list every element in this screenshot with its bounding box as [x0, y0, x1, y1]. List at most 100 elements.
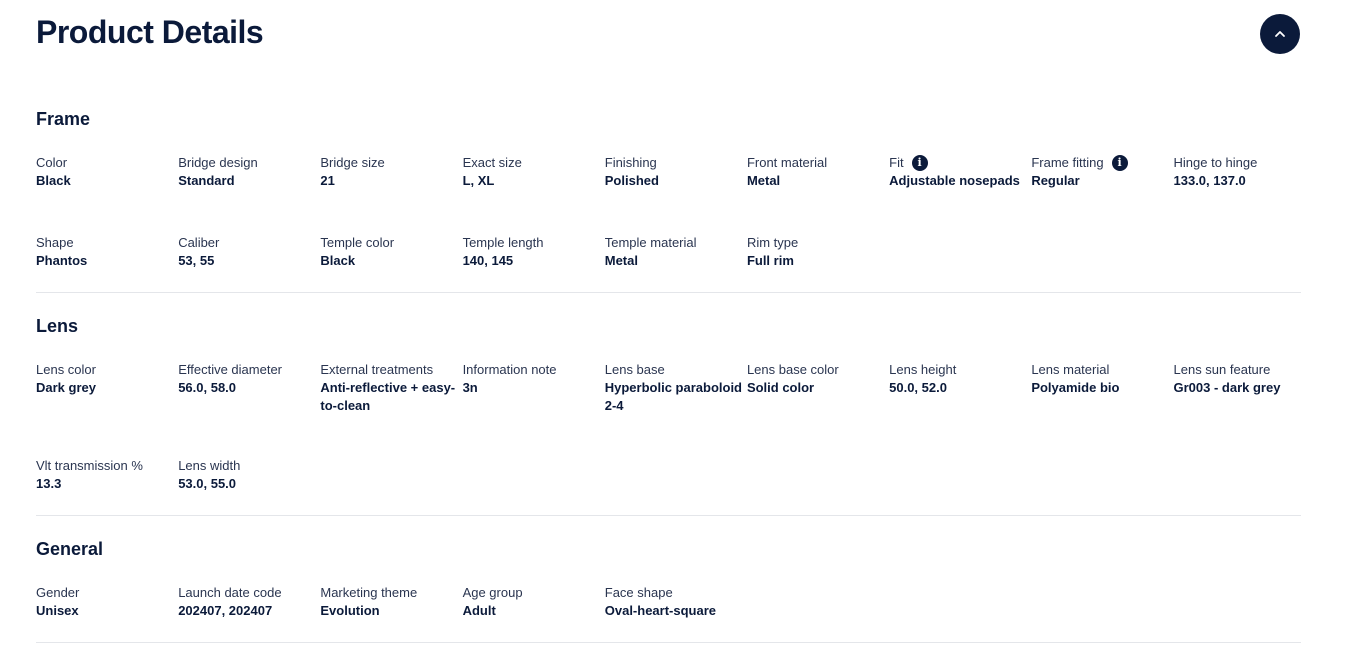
spec-label: Marketing theme: [320, 585, 418, 600]
spec-item: Lens material Polyamide bio: [1031, 361, 1173, 457]
page-title: Product Details: [36, 14, 264, 50]
spec-value: Black: [36, 173, 71, 188]
spec-item: Exact size L, XL: [463, 154, 605, 234]
spec-item: Bridge design Standard: [178, 154, 320, 234]
spec-item: Temple length 140, 145: [463, 234, 605, 314]
spec-item: Information note 3n: [463, 361, 605, 457]
spec-label: Rim type: [746, 235, 799, 250]
spec-label: Information note: [462, 362, 557, 377]
spec-item: Gender Unisex: [36, 584, 178, 620]
spec-label: Frame fitting: [1031, 155, 1104, 170]
spec-value: 53.0, 55.0: [178, 476, 237, 491]
spec-value: 133.0, 137.0: [1173, 173, 1246, 188]
spec-value: Metal: [746, 173, 781, 188]
spec-item: Lens sun feature Gr003 - dark grey: [1174, 361, 1316, 457]
spec-value: Adjustable nosepads: [889, 173, 1020, 188]
section-title-frame: Frame: [36, 109, 91, 129]
spec-label: Temple material: [604, 235, 697, 250]
info-icon[interactable]: i: [1111, 155, 1128, 171]
spec-item: Lens base Hyperbolic paraboloid 2-4: [605, 361, 747, 457]
spec-item: Front material Metal: [747, 154, 889, 234]
chevron-up-icon: [1275, 31, 1285, 37]
spec-item: Finishing Polished: [605, 154, 747, 234]
section-divider: [36, 642, 1301, 643]
spec-label: Temple length: [462, 235, 544, 250]
spec-label: Exact size: [462, 155, 522, 170]
product-details-panel: Product Details Frame Color Black Bridge …: [0, 0, 1345, 670]
spec-label: Effective diameter: [178, 362, 282, 377]
spec-value: 3n: [462, 380, 478, 395]
spec-label: Gender: [36, 585, 80, 600]
spec-item: Marketing theme Evolution: [320, 584, 462, 620]
spec-value: 13.3: [36, 476, 62, 491]
spec-label: Lens height: [889, 362, 957, 377]
spec-label: Age group: [462, 585, 523, 600]
section-title-lens: Lens: [36, 316, 79, 336]
spec-value: Evolution: [320, 603, 380, 618]
spec-value: Dark grey: [36, 380, 96, 395]
spec-label: Face shape: [604, 585, 673, 600]
spec-item: Temple color Black: [320, 234, 462, 314]
spec-value: Anti-reflective + easy-to-clean: [320, 380, 456, 413]
spec-item: Fit i Adjustable nosepads: [889, 154, 1031, 234]
spec-label: Bridge size: [320, 155, 385, 170]
lens-section: Lens Lens color Dark grey Effective diame…: [36, 316, 1301, 493]
spec-value: Solid color: [746, 380, 815, 395]
spec-item: Hinge to hinge 133.0, 137.0: [1174, 154, 1316, 234]
spec-item: Launch date code 202407, 202407: [178, 584, 320, 620]
spec-value: Phantos: [36, 253, 88, 268]
spec-item: Lens height 50.0, 52.0: [889, 361, 1031, 457]
spec-item: Color Black: [36, 154, 178, 234]
spec-value: L, XL: [462, 173, 495, 188]
spec-label: Vlt transmission %: [36, 458, 143, 473]
spec-value: Gr003 - dark grey: [1173, 380, 1281, 395]
spec-value: 21: [320, 173, 335, 188]
spec-value: Polished: [604, 173, 659, 188]
spec-item: Vlt transmission % 13.3: [36, 457, 178, 493]
spec-item: Lens color Dark grey: [36, 361, 178, 457]
spec-label: Lens color: [36, 362, 96, 377]
spec-value: 53, 55: [178, 253, 215, 268]
spec-item: Rim type Full rim: [747, 234, 889, 314]
spec-label: Lens base color: [746, 362, 839, 377]
spec-value: Metal: [604, 253, 638, 268]
spec-label: Hinge to hinge: [1173, 155, 1258, 170]
spec-item: Lens base color Solid color: [747, 361, 889, 457]
spec-label: Lens width: [178, 458, 241, 473]
spec-value: Black: [320, 253, 356, 268]
spec-item: Shape Phantos: [36, 234, 178, 314]
info-icon[interactable]: i: [911, 155, 928, 171]
spec-item: Age group Adult: [463, 584, 605, 620]
spec-label: Launch date code: [178, 585, 282, 600]
spec-item: Bridge size 21: [320, 154, 462, 234]
general-section: General Gender Unisex Launch date code 202…: [36, 539, 1301, 620]
spec-label: Color: [36, 155, 68, 170]
spec-label-wrap: Fit i: [889, 154, 1031, 172]
spec-label: Fit: [889, 155, 904, 170]
spec-value: 56.0, 58.0: [178, 380, 237, 395]
spec-item: Frame fitting i Regular: [1031, 154, 1173, 234]
spec-label: External treatments: [320, 362, 434, 377]
spec-label: Shape: [36, 235, 74, 250]
spec-value: Adult: [462, 603, 496, 618]
section-title-general: General: [36, 539, 104, 559]
section-divider: [36, 292, 1301, 293]
spec-value: 202407, 202407: [178, 603, 273, 618]
spec-value: Full rim: [746, 253, 794, 268]
spec-value: Unisex: [36, 603, 79, 618]
spec-label-wrap: Frame fitting i: [1031, 154, 1173, 172]
spec-value: Regular: [1031, 173, 1080, 188]
spec-label: Temple color: [320, 235, 395, 250]
collapse-button[interactable]: [1260, 14, 1300, 54]
spec-label: Bridge design: [178, 155, 258, 170]
spec-value: 140, 145: [462, 253, 514, 268]
spec-label: Lens sun feature: [1173, 362, 1271, 377]
frame-section: Frame Color Black Bridge design Standard B…: [36, 109, 1301, 314]
spec-item: External treatments Anti-reflective + eas…: [320, 361, 462, 457]
section-divider: [36, 515, 1301, 516]
spec-item: Caliber 53, 55: [178, 234, 320, 314]
spec-label: Front material: [746, 155, 828, 170]
spec-item: Effective diameter 56.0, 58.0: [178, 361, 320, 457]
spec-value: Hyperbolic paraboloid 2-4: [604, 380, 742, 413]
spec-label: Lens material: [1031, 362, 1110, 377]
